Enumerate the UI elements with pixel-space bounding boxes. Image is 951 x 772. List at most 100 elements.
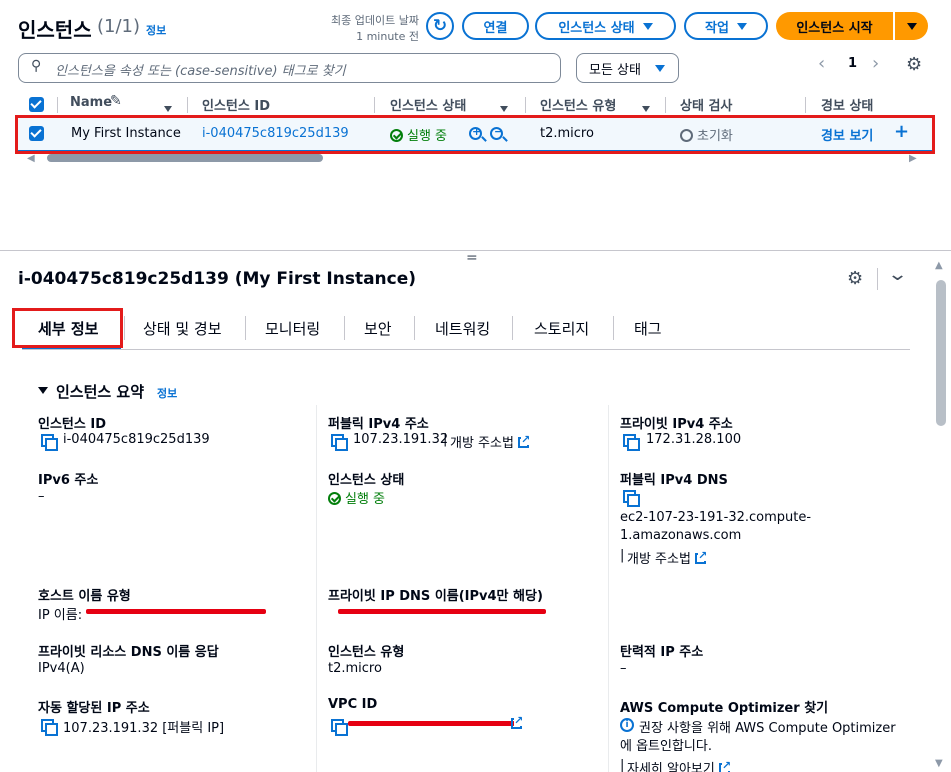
caret-down-icon <box>736 22 747 30</box>
scroll-left-icon[interactable]: ◀ <box>27 153 35 164</box>
sort-icon[interactable] <box>500 101 508 116</box>
divider <box>877 268 878 290</box>
connect-button[interactable]: 연결 <box>462 12 529 40</box>
private-resource-dns-label: 프라이빗 리소스 DNS 이름 응답 <box>38 645 219 660</box>
actions-button[interactable]: 작업 <box>684 12 768 40</box>
running-icon <box>328 492 341 505</box>
external-link-icon <box>694 550 708 564</box>
col-instance-type[interactable]: 인스턴스 유형 <box>540 95 616 114</box>
edit-pencil-icon: ✎ <box>110 93 122 109</box>
private-resource-dns-value: IPv4(A) <box>38 661 85 676</box>
column-divider <box>608 405 609 772</box>
sort-icon[interactable] <box>164 101 172 116</box>
instance-state-button[interactable]: 인스턴스 상태 <box>535 12 676 40</box>
state-filter-select[interactable]: 모든 상태 <box>576 53 679 83</box>
highlight-box-row <box>15 115 935 154</box>
optimizer-text-line2[interactable]: 에 옵트인합니다. <box>620 735 712 754</box>
elastic-ip-label: 탄력적 IP 주소 <box>620 645 704 660</box>
optimizer-text-line1[interactable]: 권장 사항을 위해 AWS Compute Optimizer <box>639 717 896 736</box>
copy-icon[interactable] <box>623 434 640 451</box>
copy-icon[interactable] <box>41 434 58 451</box>
col-instance-id[interactable]: 인스턴스 ID <box>202 95 270 114</box>
tab-security[interactable]: 보안 <box>364 318 392 339</box>
tab-status-alarms[interactable]: 상태 및 경보 <box>143 318 222 339</box>
next-page-icon[interactable]: › <box>872 53 879 74</box>
learn-more-link[interactable]: 자세히 알아보기 <box>627 758 732 772</box>
horizontal-scrollbar[interactable] <box>47 154 323 162</box>
highlight-box-tab <box>12 308 123 348</box>
launch-instance-button[interactable]: 인스턴스 시작 <box>776 12 893 40</box>
open-address-link[interactable]: 개방 주소법 <box>450 432 531 451</box>
public-dns-open-link[interactable]: 개방 주소법 <box>627 548 708 567</box>
section-collapse-icon[interactable] <box>38 383 48 398</box>
caret-down-icon <box>642 22 653 30</box>
refresh-button[interactable]: ↻ <box>426 12 454 40</box>
redaction-mark <box>338 609 546 614</box>
public-dns-label: 퍼블릭 IPv4 DNS <box>620 473 728 488</box>
separator-bar: | <box>620 548 625 563</box>
private-ipv4-label: 프라이빗 IPv4 주소 <box>620 417 733 432</box>
ipv6-value: – <box>38 489 45 504</box>
connect-label: 연결 <box>483 20 508 36</box>
redaction-mark <box>86 609 266 614</box>
section-info-link[interactable]: 정보 <box>157 385 177 401</box>
instance-type-value: t2.micro <box>328 661 382 676</box>
prev-page-icon[interactable]: ‹ <box>818 53 825 74</box>
scroll-up-icon[interactable]: ▲ <box>935 260 943 271</box>
copy-icon[interactable] <box>623 490 640 507</box>
col-instance-state[interactable]: 인스턴스 상태 <box>390 95 466 114</box>
detail-settings-gear-icon[interactable]: ⚙ <box>847 268 863 289</box>
tab-storage[interactable]: 스토리지 <box>534 318 589 339</box>
instance-state-label: 인스턴스 상태 <box>558 20 635 36</box>
instance-count: (1/1) <box>97 16 141 37</box>
separator-bar: | <box>620 758 625 772</box>
info-link[interactable]: 정보 <box>146 22 166 38</box>
vpc-id-label: VPC ID <box>328 697 378 712</box>
tab-tags[interactable]: 태그 <box>634 318 662 339</box>
search-placeholder: 인스턴스을 속성 또는 (case-sensitive) 태그로 찾기 <box>55 64 346 79</box>
collapse-chevron-icon[interactable]: ⌄ <box>887 264 908 285</box>
auto-ip-label: 자동 할당된 IP 주소 <box>38 701 150 716</box>
copy-icon[interactable] <box>331 719 348 736</box>
public-ipv4-value: 107.23.191.32 <box>353 432 449 447</box>
page-number[interactable]: 1 <box>848 56 857 71</box>
private-ipv4-value: 172.31.28.100 <box>646 432 742 447</box>
refresh-icon: ↻ <box>432 15 448 36</box>
public-ipv4-label: 퍼블릭 IPv4 주소 <box>328 417 429 432</box>
search-icon: ⚲ <box>31 58 42 74</box>
tab-monitoring[interactable]: 모니터링 <box>265 318 320 339</box>
ipv6-label: IPv6 주소 <box>38 473 99 488</box>
col-name[interactable]: Name <box>70 95 112 110</box>
search-input[interactable]: ⚲ 인스턴스을 속성 또는 (case-sensitive) 태그로 찾기 <box>18 53 561 83</box>
copy-icon[interactable] <box>331 434 348 451</box>
drag-handle-icon[interactable]: = <box>466 250 478 266</box>
external-link-icon <box>517 434 531 448</box>
settings-gear-icon[interactable]: ⚙ <box>906 54 922 75</box>
scroll-right-icon[interactable]: ▶ <box>909 153 917 164</box>
caret-down-icon <box>906 22 917 30</box>
last-updated-label: 최종 업데이트 날짜 <box>331 14 419 27</box>
hostname-type-label: 호스트 이름 유형 <box>38 589 131 604</box>
tab-networking[interactable]: 네트워킹 <box>435 318 490 339</box>
copy-icon[interactable] <box>41 719 58 736</box>
separator-bar: | <box>443 432 448 447</box>
info-circle-icon: i <box>620 718 634 732</box>
sort-icon[interactable] <box>642 101 650 116</box>
col-status-check[interactable]: 상태 검사 <box>680 95 732 114</box>
external-link-icon[interactable] <box>511 715 524 732</box>
section-title: 인스턴스 요약 <box>56 383 145 401</box>
scroll-down-icon[interactable]: ▼ <box>935 758 943 769</box>
state-label: 인스턴스 상태 <box>328 473 405 488</box>
caret-down-icon <box>654 64 665 72</box>
instance-id-value: i-040475c819c25d139 <box>63 432 210 447</box>
private-dns-label: 프라이빗 IP DNS 이름(IPv4만 해당) <box>328 589 543 604</box>
redaction-mark <box>348 721 515 726</box>
elastic-ip-value: – <box>620 661 627 676</box>
launch-dropdown-button[interactable] <box>895 12 928 40</box>
select-all-checkbox[interactable] <box>29 97 44 112</box>
col-alarm-status[interactable]: 경보 상태 <box>821 95 873 114</box>
vertical-scrollbar[interactable] <box>936 280 946 426</box>
tabs-underline <box>22 349 910 350</box>
public-dns-value-line2: 1.amazonaws.com <box>620 528 742 543</box>
state-value: 실행 중 <box>328 488 385 507</box>
